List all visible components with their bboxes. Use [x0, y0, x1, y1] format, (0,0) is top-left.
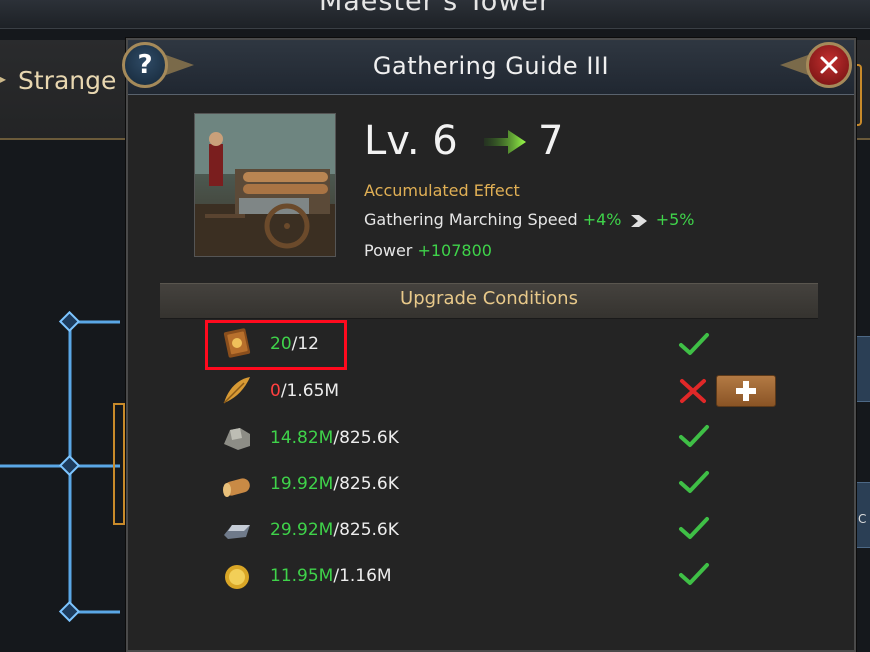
check-icon — [679, 563, 709, 585]
upgrade-conditions-header: Upgrade Conditions — [160, 283, 818, 319]
dialog-title: Gathering Guide III — [372, 52, 610, 80]
close-button[interactable] — [806, 42, 852, 88]
effect-current-value: +4% — [582, 210, 622, 229]
iron-ingot-icon — [224, 525, 250, 539]
wood-log-icon — [223, 478, 250, 497]
check-icon — [679, 517, 709, 539]
condition-row-text: 11.95M/1.16M — [270, 566, 392, 586]
power-label: Power — [364, 241, 413, 260]
condition-row-text: 0/1.65M — [270, 381, 340, 401]
background-node-letter: C — [858, 512, 867, 526]
condition-row-text: 19.92M/825.6K — [270, 474, 399, 494]
help-button[interactable]: ? — [122, 42, 168, 88]
power-value: +107800 — [417, 241, 492, 260]
plus-icon — [736, 381, 756, 401]
highlight-box — [205, 320, 347, 370]
condition-row-text: 14.82M/825.6K — [270, 428, 399, 448]
gold-coin-icon — [225, 565, 249, 589]
dialog-header: Gathering Guide III — [128, 40, 854, 95]
effect-stat-line: Gathering Marching Speed +4% +5% — [364, 210, 695, 229]
next-level: 7 — [538, 118, 564, 164]
upgrade-conditions-title: Upgrade Conditions — [400, 288, 578, 309]
add-resource-button[interactable] — [716, 375, 776, 407]
cross-icon — [680, 379, 706, 403]
check-icon — [679, 471, 709, 493]
background-title: Maester's Tower — [318, 0, 552, 17]
power-line: Power +107800 — [364, 241, 492, 260]
accumulated-effect-label: Accumulated Effect — [364, 181, 520, 200]
background-tab-label: Strange — [18, 66, 117, 95]
effect-stat-name: Gathering Marching Speed — [364, 210, 578, 229]
wagon-illustration — [195, 114, 335, 256]
feather-icon — [223, 377, 250, 404]
top-bar: Maester's Tower — [0, 0, 870, 29]
check-icon — [679, 425, 709, 447]
close-icon — [820, 56, 838, 74]
close-button-ornament — [780, 55, 808, 75]
talent-tree-lines — [0, 310, 125, 623]
building-portrait — [194, 113, 336, 257]
level-up-arrow-icon — [484, 130, 526, 154]
effect-next-value: +5% — [655, 210, 695, 229]
stone-icon — [224, 428, 250, 450]
help-button-ornament — [166, 55, 194, 75]
chevron-right-icon — [630, 214, 647, 227]
check-icon — [679, 333, 709, 355]
condition-row-text: 29.92M/825.6K — [270, 520, 399, 540]
left-arrow-icon: ▸ — [0, 72, 7, 86]
current-level: Lv. 6 — [364, 118, 458, 164]
